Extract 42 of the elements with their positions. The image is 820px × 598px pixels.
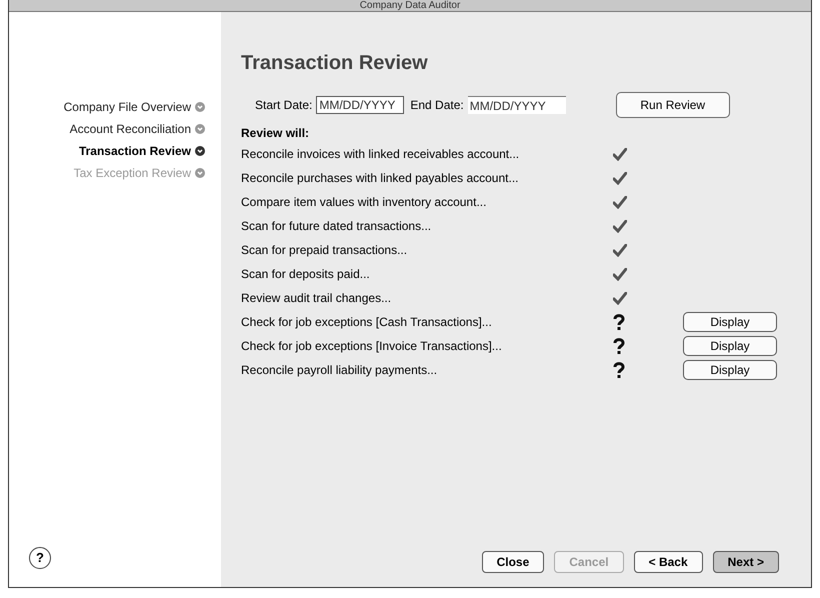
review-step: Compare item values with inventory account... xyxy=(241,193,613,211)
display-button[interactable]: Display xyxy=(683,312,777,332)
review-step: Scan for prepaid transactions... xyxy=(241,241,613,259)
check-icon xyxy=(613,220,627,232)
check-icon xyxy=(613,268,627,280)
help-button[interactable]: ? xyxy=(29,547,51,569)
question-mark-icon xyxy=(613,362,625,378)
arrow-circle-icon xyxy=(195,102,205,112)
review-heading: Review will: xyxy=(241,125,310,142)
check-icon xyxy=(613,172,627,184)
sidebar-item[interactable]: Account Reconciliation xyxy=(70,120,205,138)
footer-button[interactable]: < Back xyxy=(634,551,703,573)
review-step: Reconcile payroll liability payments... xyxy=(241,361,613,379)
end-date-field[interactable]: MM/DD/YYYY xyxy=(468,96,566,114)
run-review-button[interactable]: Run Review xyxy=(616,92,730,118)
review-step: Scan for deposits paid... xyxy=(241,265,613,283)
review-step: Reconcile purchases with linked payables account... xyxy=(241,169,613,187)
check-icon xyxy=(613,292,627,304)
question-mark-icon xyxy=(613,338,625,354)
check-icon xyxy=(613,244,627,256)
start-date-field[interactable]: MM/DD/YYYY xyxy=(316,96,404,114)
sidebar-item[interactable]: Transaction Review xyxy=(78,142,205,160)
review-step: Check for job exceptions [Cash Transactions]... xyxy=(241,313,613,331)
footer-button[interactable]: Next > xyxy=(712,551,779,573)
review-step: Reconcile invoices with linked receivables account... xyxy=(241,145,613,163)
arrow-circle-icon xyxy=(195,124,205,134)
display-button[interactable]: Display xyxy=(683,360,777,380)
review-step: Check for job exceptions [Invoice Transactions]... xyxy=(241,337,613,355)
end-date-label: End Date: xyxy=(410,97,464,114)
sidebar-item[interactable]: Company File Overview xyxy=(64,98,205,116)
arrow-circle-icon xyxy=(195,168,205,178)
check-icon xyxy=(613,196,627,208)
review-step: Scan for future dated transactions... xyxy=(241,217,613,235)
arrow-circle-icon xyxy=(195,146,205,156)
page-heading: Transaction Review xyxy=(241,51,429,76)
check-icon xyxy=(613,148,627,160)
review-step: Review audit trail changes... xyxy=(241,289,613,307)
window-title: Company Data Auditor xyxy=(360,0,460,11)
footer-button[interactable]: Close xyxy=(482,551,544,573)
display-button[interactable]: Display xyxy=(683,336,777,356)
question-mark-icon xyxy=(613,314,625,330)
start-date-label: Start Date: xyxy=(255,97,312,114)
